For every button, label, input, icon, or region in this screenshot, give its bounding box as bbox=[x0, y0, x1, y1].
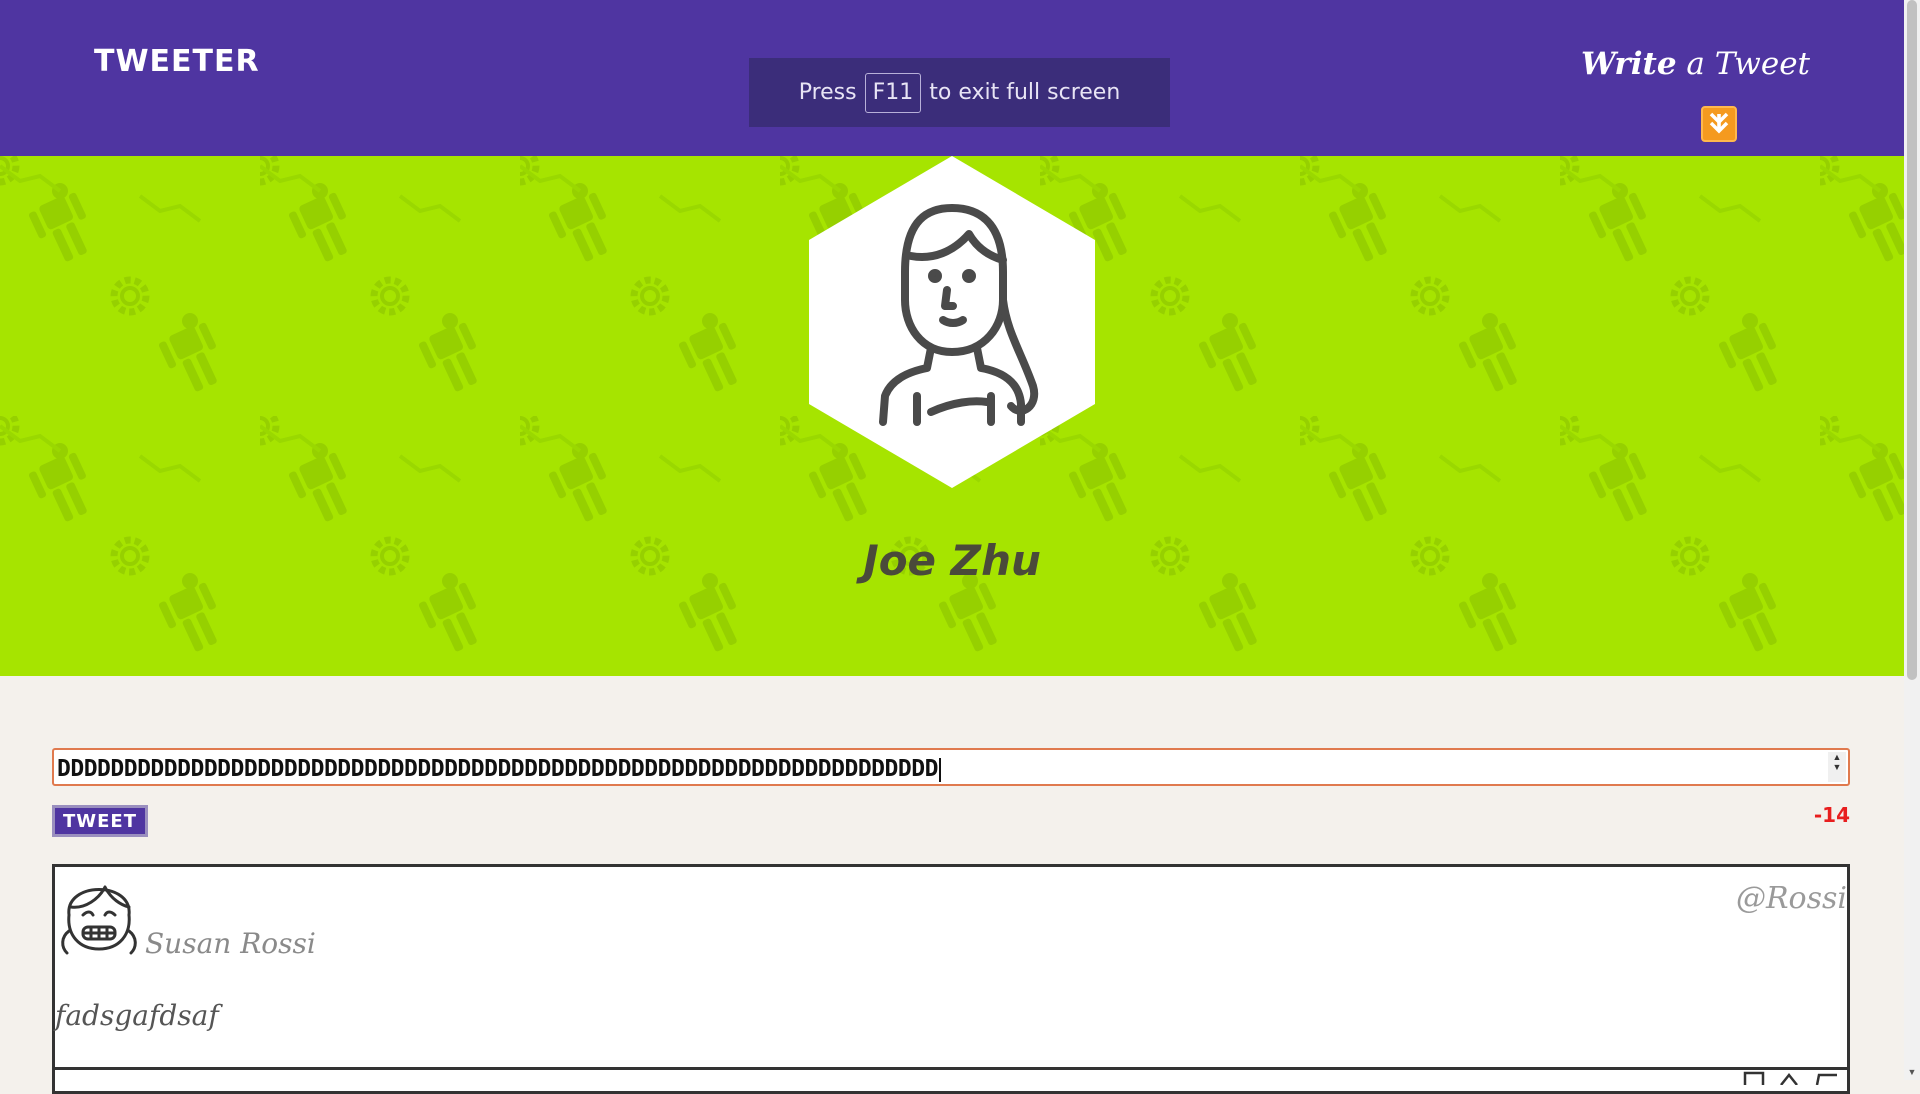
fullscreen-key: F11 bbox=[864, 72, 922, 113]
fullscreen-rest-text: to exit full screen bbox=[929, 80, 1121, 105]
profile-avatar bbox=[807, 156, 1097, 488]
tweet-body: fadsgafdsaf bbox=[55, 999, 219, 1032]
write-bold-text: Write bbox=[1580, 46, 1677, 82]
text-caret bbox=[938, 757, 941, 782]
tweet-author-handle[interactable]: @Rossi bbox=[1736, 881, 1847, 916]
scroll-down-arrow-icon[interactable]: ▼ bbox=[1904, 1064, 1920, 1080]
fullscreen-notice: Press F11 to exit full screen bbox=[749, 58, 1170, 127]
spin-down-icon: ▼ bbox=[1832, 762, 1842, 772]
compose-text: DDDDDDDDDDDDDDDDDDDDDDDDDDDDDDDDDDDDDDDD… bbox=[57, 756, 938, 782]
spin-up-icon: ▲ bbox=[1832, 752, 1842, 762]
fullscreen-press-text: Press bbox=[798, 80, 857, 105]
flag-icon[interactable] bbox=[1743, 1071, 1765, 1085]
page-scrollbar[interactable]: ▼ bbox=[1904, 0, 1920, 1080]
retweet-icon[interactable] bbox=[1780, 1072, 1798, 1086]
tweet-compose-textarea[interactable]: DDDDDDDDDDDDDDDDDDDDDDDDDDDDDDDDDDDDDDDD… bbox=[52, 748, 1850, 786]
girl-avatar-icon bbox=[57, 871, 141, 962]
brand-logo[interactable]: TWEETER bbox=[94, 44, 260, 79]
tweet-button[interactable]: TWEET bbox=[52, 805, 148, 837]
tweet-divider bbox=[55, 1067, 1847, 1070]
write-a-tweet-link[interactable]: Write a Tweet bbox=[1581, 46, 1810, 82]
scrollbar-thumb[interactable] bbox=[1907, 0, 1917, 680]
profile-hero: Joe Zhu bbox=[0, 156, 1904, 676]
tweet-card: Susan Rossi @Rossi fadsgafdsaf bbox=[52, 864, 1850, 1094]
double-chevron-down-icon[interactable] bbox=[1701, 106, 1737, 142]
textarea-resize-handle[interactable]: ▲ ▼ bbox=[1828, 752, 1846, 782]
character-counter: -14 bbox=[1813, 803, 1850, 827]
profile-name: Joe Zhu bbox=[863, 536, 1041, 585]
tweet-author-name: Susan Rossi bbox=[145, 927, 316, 960]
heart-icon[interactable] bbox=[1815, 1073, 1837, 1086]
compose-value: DDDDDDDDDDDDDDDDDDDDDDDDDDDDDDDDDDDDDDDD… bbox=[57, 756, 941, 782]
tweet-actions bbox=[1741, 1071, 1841, 1090]
write-rest-text: a Tweet bbox=[1676, 46, 1810, 82]
